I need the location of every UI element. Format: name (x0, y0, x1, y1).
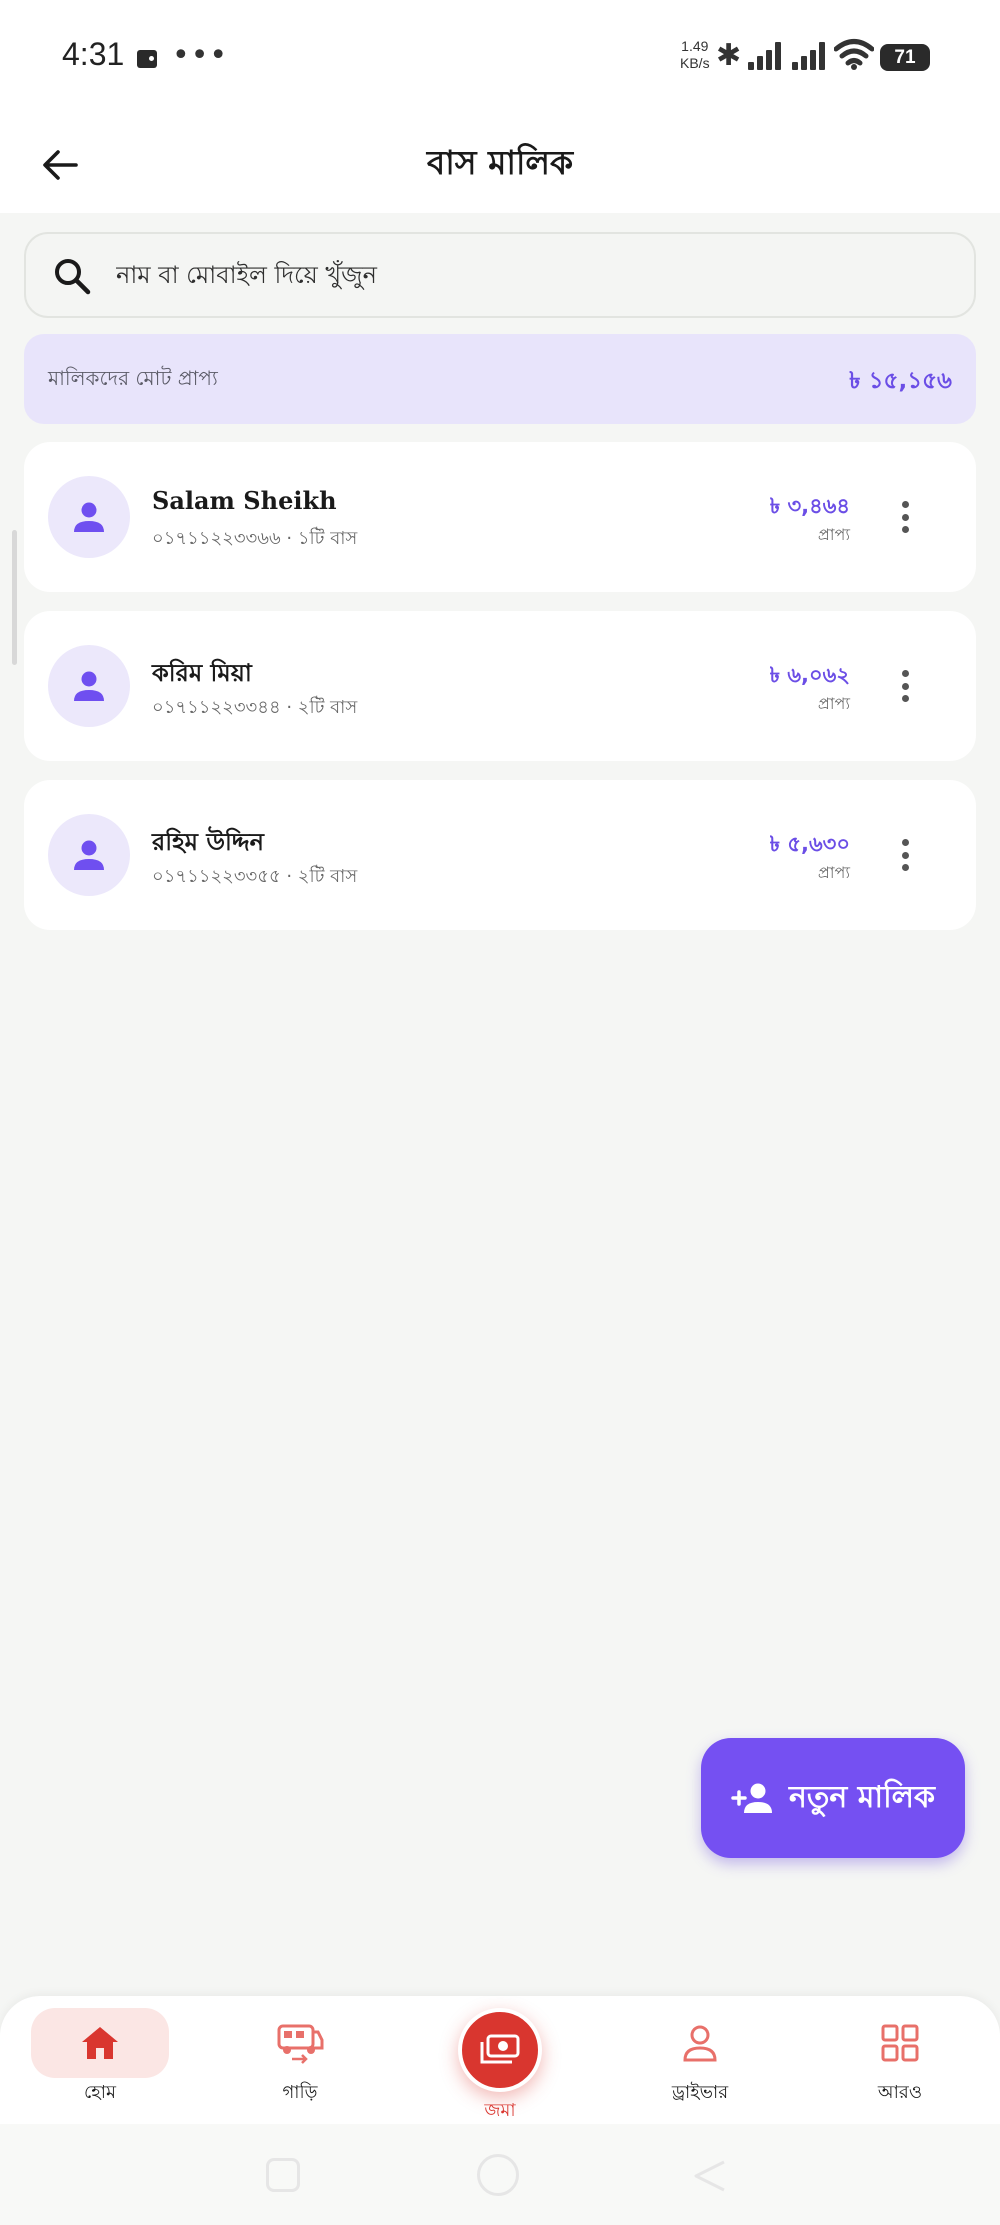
nav-label: ড্রাইভার (671, 2082, 729, 2103)
owner-amount: ৳ ৬,০৬২ (769, 663, 850, 687)
more-vert-icon[interactable] (890, 835, 920, 875)
nav-label: গাড়ি (282, 2082, 318, 2103)
nav-label: আরও (877, 2082, 923, 2103)
nav-more[interactable]: আরও (830, 2008, 970, 2118)
person-icon (74, 840, 104, 870)
grid-icon (881, 2024, 919, 2062)
total-receivable-summary: মালিকদের মোট প্রাপ্য ৳ ১৫,১৫৬ (24, 334, 976, 424)
page-title: বাস মালিক (426, 143, 574, 182)
owner-amount: ৳ ৫,৬৩০ (769, 832, 850, 856)
search-bar[interactable] (24, 232, 976, 318)
battery-icon: 71 (880, 44, 942, 71)
network-speed: 1.49 KB/s (680, 38, 710, 72)
signal-icon (792, 42, 828, 70)
person-icon (74, 671, 104, 701)
scrollbar[interactable] (12, 530, 17, 665)
owner-name: করিম মিয়া (152, 658, 252, 687)
bus-icon (277, 2024, 324, 2064)
home-button[interactable] (477, 2154, 519, 2196)
add-owner-label: নতুন মালিক (788, 1779, 936, 1815)
owner-amount-caption: প্রাপ্য (817, 525, 850, 544)
nav-vehicles[interactable]: গাড়ি (230, 2008, 370, 2118)
signal-icon (748, 42, 784, 70)
more-notifications-icon: ••• (172, 38, 229, 73)
avatar (48, 814, 130, 896)
sim-card-icon (137, 50, 157, 68)
person-icon (74, 502, 104, 532)
add-owner-button[interactable]: নতুন মালিক (701, 1738, 965, 1858)
owner-name: রহিম উদ্দিন (152, 827, 265, 856)
owner-amount-caption: প্রাপ্য (817, 863, 850, 882)
status-bar: 4:31 ••• 1.49 KB/s ✱ 71 (0, 0, 1000, 115)
nav-home[interactable]: হোম (30, 2008, 170, 2118)
owner-card[interactable]: রহিম উদ্দিন ০১৭১১২২৩৩৫৫ · ২টি বাস ৳ ৫,৬৩… (24, 780, 976, 930)
summary-label: মালিকদের মোট প্রাপ্য (48, 366, 218, 390)
bluetooth-icon: ✱ (716, 38, 742, 73)
recents-button[interactable] (266, 2158, 300, 2192)
bottom-nav: হোম গাড়ি জমা ড্রাইভার আরও (0, 1996, 1000, 2124)
search-input[interactable] (116, 234, 956, 316)
owner-card[interactable]: Salam Sheikh ০১৭১১২২৩৩৬৬ · ১টি বাস ৳ ৩,৪… (24, 442, 976, 592)
status-time: 4:31 (62, 36, 125, 72)
network-speed-value: 1.49 (681, 38, 709, 54)
avatar (48, 645, 130, 727)
app-bar: বাস মালিক (0, 115, 1000, 213)
network-speed-unit: KB/s (680, 55, 710, 71)
more-vert-icon[interactable] (890, 666, 920, 706)
search-icon (55, 259, 91, 295)
owner-subtitle: ০১৭১১২২৩৩৬৬ · ১টি বাস (152, 528, 358, 549)
nav-driver[interactable]: ড্রাইভার (630, 2008, 770, 2118)
owner-amount: ৳ ৩,৪৬৪ (769, 494, 850, 518)
home-icon (82, 2027, 118, 2059)
nav-label: হোম (84, 2082, 116, 2103)
nav-label: জমা (484, 2100, 516, 2121)
owner-name: Salam Sheikh (152, 486, 337, 515)
avatar (48, 476, 130, 558)
owner-amount-caption: প্রাপ্য (817, 694, 850, 713)
wifi-icon (834, 39, 874, 70)
driver-icon (683, 2025, 717, 2062)
more-vert-icon[interactable] (890, 497, 920, 537)
owner-card[interactable]: করিম মিয়া ০১৭১১২২৩৩৪৪ · ২টি বাস ৳ ৬,০৬২… (24, 611, 976, 761)
owner-subtitle: ০১৭১১২২৩৩৪৪ · ২টি বাস (152, 697, 358, 718)
nav-deposit[interactable] (458, 2008, 542, 2092)
system-nav-bar (0, 2124, 1000, 2225)
owner-subtitle: ০১৭১১২২৩৩৫৫ · ২টি বাস (152, 866, 358, 887)
person-add-icon (731, 1783, 772, 1813)
back-system-button[interactable] (692, 2158, 728, 2194)
deposit-icon (480, 2034, 520, 2064)
summary-value: ৳ ১৫,১৫৬ (849, 368, 952, 394)
